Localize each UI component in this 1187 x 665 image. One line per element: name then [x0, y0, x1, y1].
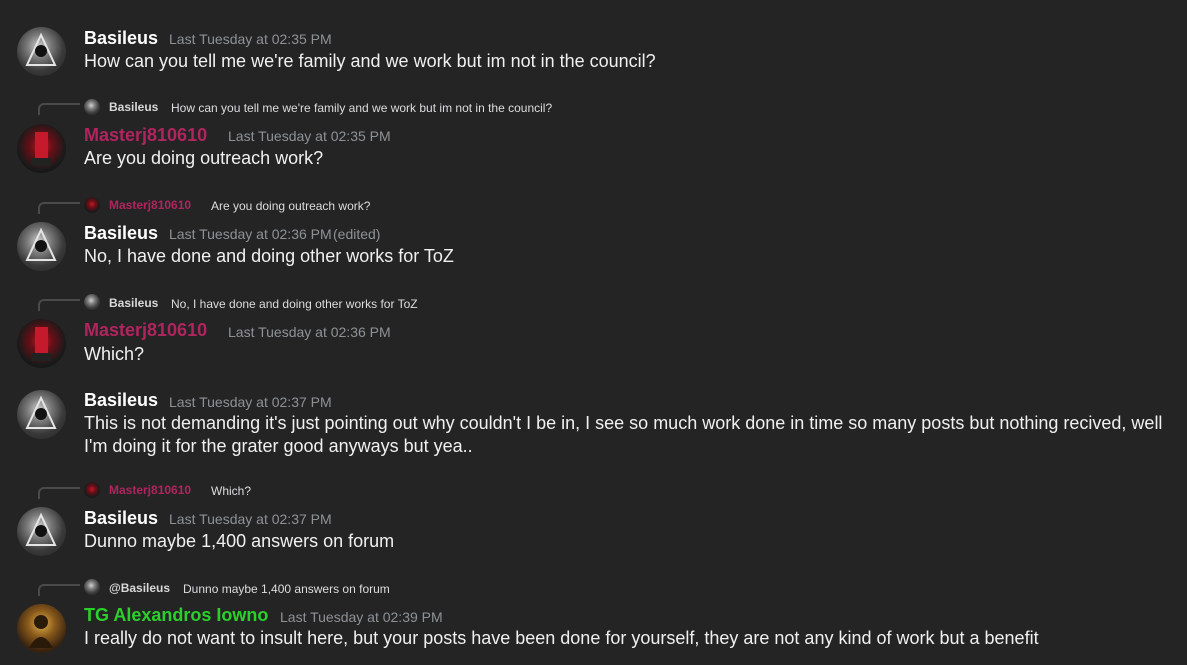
- message-author[interactable]: Masterj810610: [84, 320, 207, 341]
- reply-connector: [38, 299, 80, 311]
- masterj-avatar[interactable]: [17, 319, 66, 368]
- message-text: Dunno maybe 1,400 answers on forum: [84, 531, 395, 551]
- masterj-avatar[interactable]: [17, 124, 66, 173]
- message-timestamp: Last Tuesday at 02:37 PM: [169, 394, 332, 410]
- basileus-avatar[interactable]: [17, 390, 66, 439]
- message-author[interactable]: TG Alexandros Iowno: [84, 605, 268, 626]
- user-avatar-icon: [32, 132, 51, 166]
- reply-avatar: [84, 99, 100, 115]
- message-timestamp: Last Tuesday at 02:37 PM: [169, 511, 332, 527]
- basileus-avatar[interactable]: [17, 222, 66, 271]
- message-author[interactable]: Basileus: [84, 390, 158, 411]
- message-author[interactable]: Basileus: [84, 223, 158, 244]
- message-timestamp: Last Tuesday at 02:35 PM: [169, 31, 332, 47]
- message-text: How can you tell me we're family and we …: [84, 51, 656, 71]
- basileus-avatar[interactable]: [17, 507, 66, 556]
- reply-author[interactable]: Masterj810610: [109, 198, 191, 212]
- user-avatar-icon: [25, 32, 57, 66]
- message-text: Are you doing outreach work?: [84, 148, 324, 168]
- reply-text[interactable]: Which?: [211, 484, 251, 498]
- reply-avatar: [84, 197, 100, 213]
- message-author[interactable]: Basileus: [84, 28, 158, 49]
- message-timestamp: Last Tuesday at 02:39 PM: [280, 609, 443, 625]
- message-text: This is not demanding it's just pointing…: [84, 413, 1163, 456]
- reply-text[interactable]: How can you tell me we're family and we …: [171, 101, 552, 115]
- tg-alexandros-avatar[interactable]: [17, 604, 66, 653]
- reply-connector: [38, 103, 80, 115]
- message-timestamp: Last Tuesday at 02:35 PM: [228, 128, 391, 144]
- user-avatar-icon: [25, 395, 57, 429]
- reply-avatar: [84, 294, 100, 310]
- reply-author[interactable]: Basileus: [109, 296, 158, 310]
- reply-connector: [38, 202, 80, 214]
- user-avatar-icon: [29, 615, 53, 648]
- message-text: No, I have done and doing other works fo…: [84, 246, 454, 266]
- reply-connector: [38, 487, 80, 499]
- message-text: Which?: [84, 344, 145, 364]
- message-text: I really do not want to insult here, but…: [84, 628, 1039, 648]
- reply-avatar: [84, 579, 100, 595]
- reply-author[interactable]: Masterj810610: [109, 483, 191, 497]
- reply-text[interactable]: Dunno maybe 1,400 answers on forum: [183, 582, 390, 596]
- reply-author[interactable]: @Basileus: [109, 581, 170, 595]
- user-avatar-icon: [32, 327, 51, 361]
- reply-text[interactable]: No, I have done and doing other works fo…: [171, 297, 418, 311]
- basileus-avatar[interactable]: [17, 27, 66, 76]
- user-avatar-icon: [25, 227, 57, 261]
- message-author[interactable]: Masterj810610: [84, 125, 207, 146]
- message-timestamp: Last Tuesday at 02:36 PM: [228, 324, 391, 340]
- reply-text[interactable]: Are you doing outreach work?: [211, 199, 370, 213]
- reply-author[interactable]: Basileus: [109, 100, 158, 114]
- reply-avatar: [84, 482, 100, 498]
- message-author[interactable]: Basileus: [84, 508, 158, 529]
- user-avatar-icon: [25, 512, 57, 546]
- message-timestamp: Last Tuesday at 02:36 PM: [169, 226, 332, 242]
- reply-connector: [38, 584, 80, 596]
- edited-label: (edited): [333, 226, 381, 242]
